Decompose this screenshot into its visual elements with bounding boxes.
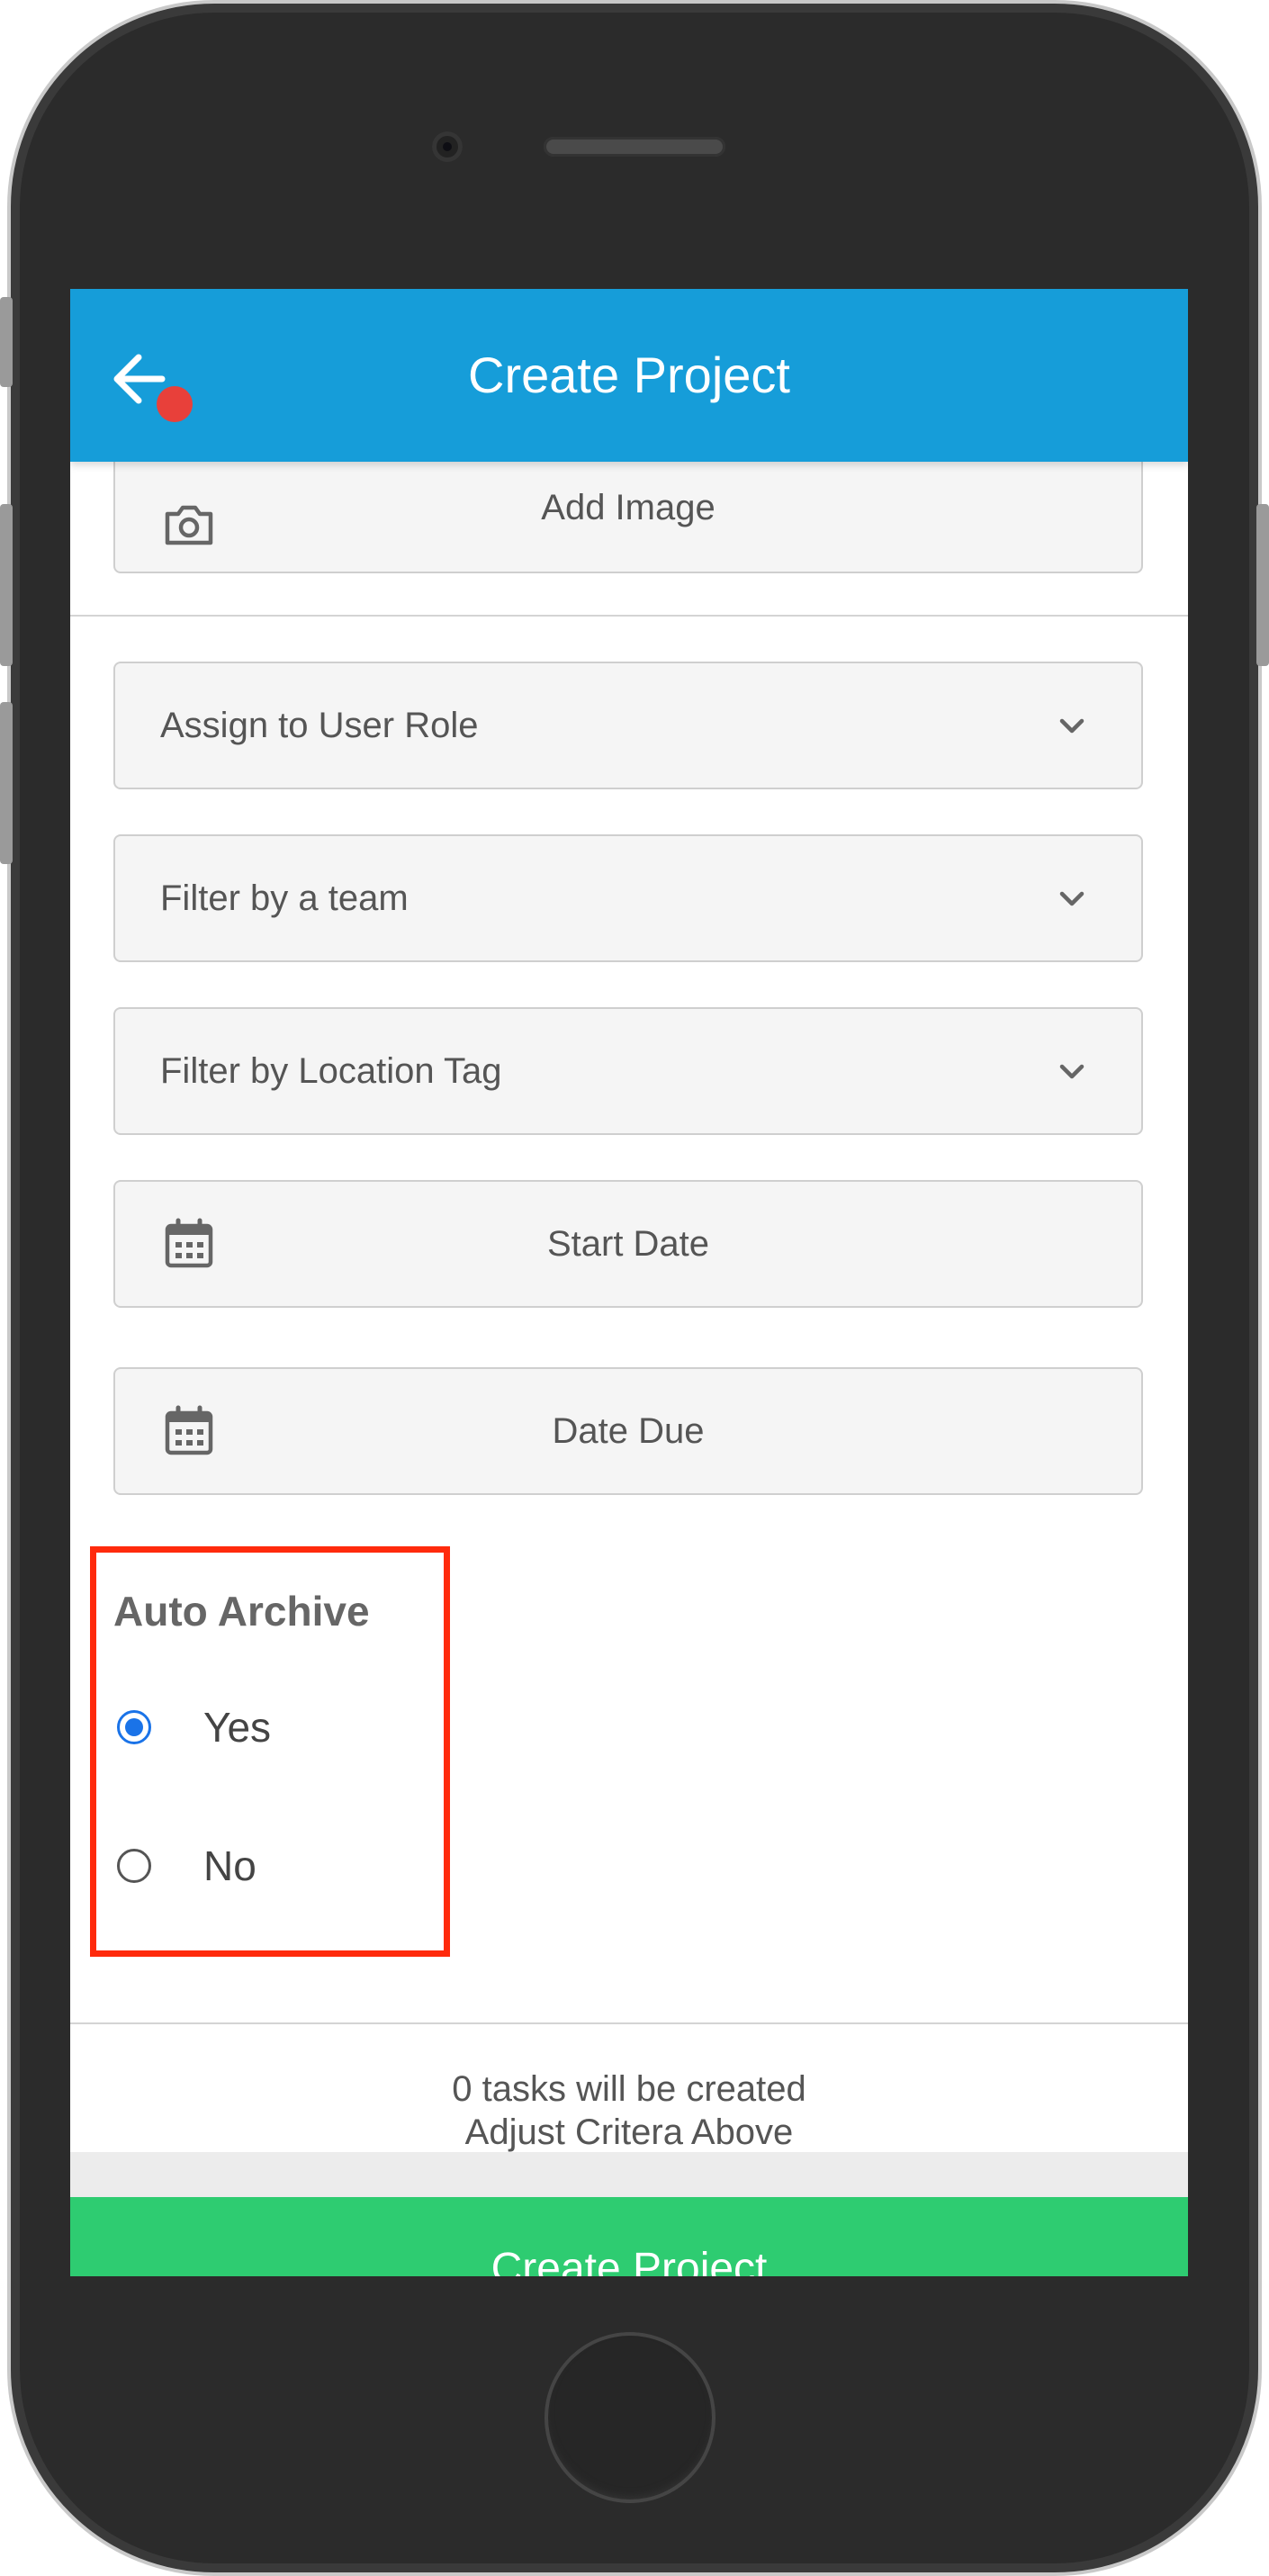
chevron-down-icon bbox=[1059, 1064, 1084, 1079]
app-header: Create Project bbox=[70, 289, 1188, 462]
app-screen: Create Project Add Image Assign to User … bbox=[70, 289, 1188, 2276]
due-date-button[interactable]: Date Due bbox=[113, 1367, 1143, 1495]
create-project-button[interactable]: Create Project bbox=[70, 2197, 1188, 2276]
adjust-criteria-hint: Adjust Critera Above bbox=[464, 2112, 794, 2152]
summary-divider bbox=[70, 2022, 1188, 2024]
user-role-select[interactable]: Assign to User Role bbox=[113, 662, 1143, 789]
section-divider bbox=[70, 615, 1188, 617]
radio-yes[interactable] bbox=[117, 1710, 151, 1744]
team-select[interactable]: Filter by a team bbox=[113, 834, 1143, 962]
auto-archive-option-yes[interactable]: Yes bbox=[117, 1700, 271, 1754]
notification-dot bbox=[157, 386, 193, 422]
location-tag-select[interactable]: Filter by Location Tag bbox=[113, 1007, 1143, 1135]
radio-yes-label: Yes bbox=[203, 1704, 272, 1751]
power-button bbox=[1256, 504, 1269, 666]
location-tag-label: Filter by Location Tag bbox=[160, 1050, 502, 1091]
front-camera bbox=[432, 131, 463, 162]
start-date-button[interactable]: Start Date bbox=[113, 1180, 1143, 1308]
add-image-label: Add Image bbox=[541, 488, 716, 527]
due-date-label: Date Due bbox=[552, 1410, 705, 1451]
silent-switch bbox=[0, 297, 13, 387]
auto-archive-title: Auto Archive bbox=[113, 1588, 370, 1635]
home-button[interactable] bbox=[544, 2332, 716, 2503]
chevron-down-icon bbox=[1059, 718, 1084, 734]
team-label: Filter by a team bbox=[160, 878, 409, 918]
volume-down-button bbox=[0, 702, 13, 864]
tasks-count-text: 0 tasks will be created bbox=[452, 2069, 806, 2109]
radio-no[interactable] bbox=[117, 1849, 151, 1883]
chevron-down-icon bbox=[1059, 891, 1084, 906]
volume-up-button bbox=[0, 504, 13, 666]
earpiece-speaker bbox=[544, 137, 725, 157]
start-date-label: Start Date bbox=[546, 1223, 710, 1264]
user-role-label: Assign to User Role bbox=[160, 705, 479, 745]
radio-no-label: No bbox=[203, 1842, 256, 1889]
auto-archive-option-no[interactable]: No bbox=[117, 1839, 256, 1893]
page-title: Create Project bbox=[468, 347, 790, 403]
